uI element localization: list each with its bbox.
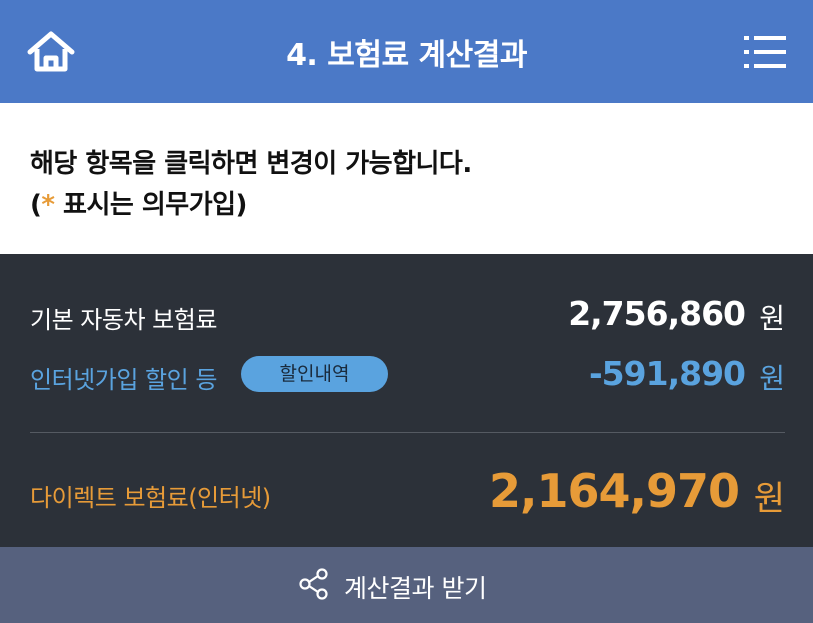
total-premium-unit: 원 [753,479,785,519]
notice-panel: 해당 항목을 클릭하면 변경이 가능합니다. (* 표시는 의무가입) [0,103,813,254]
notice-mandatory-text: (* 표시는 의무가입) [30,184,247,221]
discount-amount: -591,890 [588,354,746,393]
discount-unit: 원 [759,362,785,395]
page-title: 4. 보험료 계산결과 [286,38,527,73]
total-premium-label: 다이렉트 보험료(인터넷) [30,484,271,512]
discount-label: 인터넷가입 할인 등 [30,366,217,394]
premium-result-panel: 기본 자동차 보험료 2,756,860 원 인터넷가입 할인 등 할인내역 -… [0,254,813,547]
notice-text: 해당 항목을 클릭하면 변경이 가능합니다. [30,149,472,179]
share-icon [299,568,328,600]
total-premium-row: 다이렉트 보험료(인터넷) 2,164,970 원 [30,464,785,519]
notice-paren: ( [30,190,42,220]
base-premium-label: 기본 자동차 보험료 [30,306,217,334]
base-premium-unit: 원 [759,302,785,335]
discount-details-button[interactable]: 할인내역 [241,356,388,392]
total-premium-amount: 2,164,970 [489,464,740,518]
mandatory-star-icon: * [41,190,55,220]
receive-result-label: 계산결과 받기 [344,574,487,603]
discount-row: 인터넷가입 할인 등 할인내역 -591,890 원 [30,354,785,396]
divider [30,432,785,433]
base-premium-row[interactable]: 기본 자동차 보험료 2,756,860 원 [30,294,785,336]
base-premium-amount: 2,756,860 [568,294,746,333]
app-header: 4. 보험료 계산결과 [0,0,813,103]
menu-icon [744,36,786,68]
menu-button[interactable] [742,34,788,70]
receive-result-button[interactable]: 계산결과 받기 [0,547,813,623]
notice-mandatory-label: 표시는 의무가입) [54,190,247,220]
